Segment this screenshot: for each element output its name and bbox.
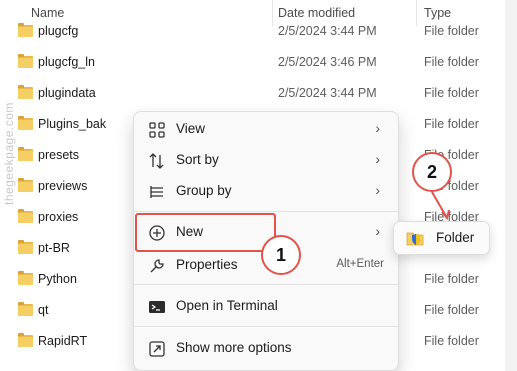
file-name: proxies <box>38 210 79 224</box>
folder-icon <box>18 333 33 347</box>
menu-item-group-by[interactable]: Group by › <box>138 177 394 207</box>
folder-shield-icon <box>406 232 424 246</box>
file-name: qt <box>38 303 49 317</box>
vertical-scrollbar[interactable] <box>505 0 517 371</box>
folder-icon <box>18 271 33 285</box>
file-name: plugcfg_ln <box>38 55 95 69</box>
sort-chevron-icon: ⌃ <box>140 0 152 10</box>
chevron-right-icon: › <box>375 120 380 136</box>
chevron-right-icon: › <box>375 151 380 167</box>
file-type: File folder <box>424 334 479 348</box>
sort-icon <box>149 153 164 169</box>
file-name: Plugins_bak <box>38 117 107 131</box>
folder-icon <box>18 116 33 130</box>
terminal-icon <box>149 301 165 313</box>
file-type: File folder <box>424 303 479 317</box>
file-name: pt-BR <box>38 241 70 255</box>
folder-icon <box>18 23 33 37</box>
file-type: File folder <box>424 55 479 69</box>
view-grid-icon <box>149 122 165 138</box>
new-submenu: Folder <box>393 221 490 255</box>
file-name: previews <box>38 179 88 193</box>
folder-icon <box>18 147 33 161</box>
menu-item-label: Properties <box>176 257 238 272</box>
file-date: 2/5/2024 3:44 PM <box>278 24 377 38</box>
file-type: File folder <box>424 24 479 38</box>
shortcut-label: Alt+Enter <box>336 258 384 270</box>
menu-item-label: View <box>176 121 206 136</box>
folder-icon <box>18 54 33 68</box>
menu-item-label: Sort by <box>176 152 219 167</box>
file-row[interactable]: plugcfg 2/5/2024 3:44 PM File folder <box>0 16 505 47</box>
file-name: plugcfg <box>38 24 79 38</box>
file-date: 2/5/2024 3:44 PM <box>278 86 377 100</box>
menu-divider <box>134 326 398 327</box>
file-name: RapidRT <box>38 334 88 348</box>
file-name: Python <box>38 272 77 286</box>
file-type: File folder <box>424 117 479 131</box>
file-row[interactable]: plugcfg_ln 2/5/2024 3:46 PM File folder <box>0 47 505 78</box>
wrench-icon <box>150 259 164 273</box>
folder-icon <box>18 209 33 223</box>
step-badge-2: 2 <box>412 152 452 192</box>
menu-item-sort-by[interactable]: Sort by › <box>138 146 394 176</box>
file-name: plugindata <box>38 86 96 100</box>
file-type: File folder <box>424 86 479 100</box>
folder-icon <box>18 85 33 99</box>
folder-icon <box>18 178 33 192</box>
submenu-item-folder[interactable]: Folder <box>436 230 474 245</box>
menu-item-label: Show more options <box>176 340 292 355</box>
menu-item-view[interactable]: View › <box>138 115 394 145</box>
menu-divider <box>134 211 398 212</box>
menu-item-label: Open in Terminal <box>176 298 278 313</box>
chevron-right-icon: › <box>375 223 380 239</box>
file-date: 2/5/2024 3:46 PM <box>278 55 377 69</box>
file-row[interactable]: plugindata 2/5/2024 3:44 PM File folder <box>0 78 505 109</box>
show-more-icon <box>149 341 165 357</box>
menu-item-show-more-options[interactable]: Show more options <box>138 334 394 364</box>
file-name: presets <box>38 148 79 162</box>
menu-divider <box>134 284 398 285</box>
watermark: thegeekpage.com <box>2 102 16 205</box>
step-badge-1: 1 <box>261 235 301 275</box>
chevron-right-icon: › <box>375 182 380 198</box>
folder-icon <box>18 240 33 254</box>
menu-item-label: Group by <box>176 183 232 198</box>
folder-icon <box>18 302 33 316</box>
file-type: File folder <box>424 272 479 286</box>
highlight-box-new <box>135 213 276 252</box>
menu-item-open-in-terminal[interactable]: Open in Terminal <box>138 292 394 322</box>
group-by-icon <box>150 186 163 198</box>
